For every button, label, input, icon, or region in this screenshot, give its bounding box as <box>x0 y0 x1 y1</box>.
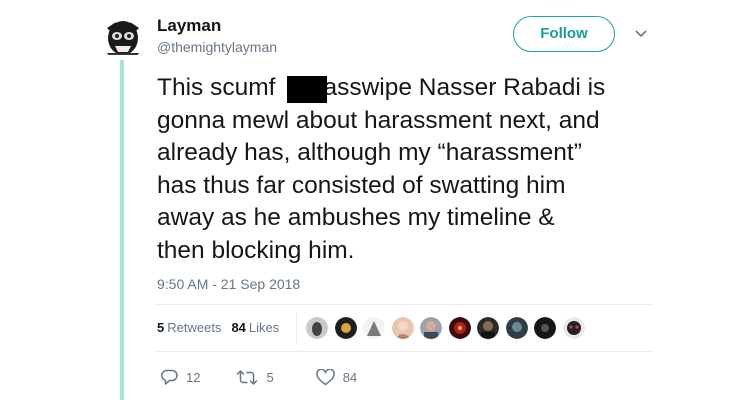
liker-avatar[interactable] <box>391 317 414 339</box>
tweet-actions: 12 5 84 <box>160 369 357 386</box>
tweet-text-rest: gonna mewl about harassment next, and al… <box>157 106 600 264</box>
retweet-count: 5 <box>266 370 274 385</box>
liker-avatar[interactable] <box>534 317 556 339</box>
stats-divider <box>296 313 297 345</box>
engagement-stats: 5 Retweets 84 Likes <box>157 320 279 335</box>
liker-avatar[interactable] <box>363 317 385 339</box>
retweet-action[interactable]: 5 <box>236 369 274 386</box>
liker-avatar[interactable] <box>448 317 471 339</box>
tweet-text-line1-end: asswipe Nasser Rabadi is <box>323 74 606 101</box>
like-count: 84 <box>342 370 358 385</box>
accent-bar <box>120 58 124 400</box>
likes-count: 84 <box>231 320 246 335</box>
tweet-text: This scumf asswipe Nasser Rabadi is gonna… <box>157 72 657 267</box>
reply-icon <box>160 369 178 385</box>
author-name[interactable]: Layman <box>157 16 277 36</box>
divider <box>157 351 651 352</box>
avatar-icon <box>100 14 146 60</box>
tweet-timestamp[interactable]: 9:50 AM - 21 Sep 2018 <box>157 276 300 292</box>
reply-action[interactable]: 12 <box>160 369 200 386</box>
liker-avatar[interactable] <box>420 317 442 339</box>
retweets-count: 5 <box>157 320 165 335</box>
follow-button[interactable]: Follow <box>513 16 615 52</box>
redaction-box <box>287 76 327 103</box>
liker-avatar[interactable] <box>334 317 357 339</box>
divider <box>157 304 651 305</box>
liker-avatar[interactable] <box>306 317 328 339</box>
author-block: Layman @themightylayman <box>157 16 277 56</box>
liker-avatars <box>306 317 591 339</box>
like-action[interactable]: 84 <box>315 369 358 386</box>
liker-avatar[interactable] <box>505 317 528 339</box>
chevron-down-icon[interactable] <box>633 28 649 40</box>
retweet-icon <box>237 370 258 385</box>
retweets-label: Retweets <box>167 320 222 335</box>
liker-avatar[interactable] <box>477 317 499 339</box>
heart-icon <box>315 369 335 386</box>
author-handle[interactable]: @themightylayman <box>157 38 277 56</box>
likes-label: Likes <box>248 320 280 335</box>
retweets-stat[interactable]: 5 Retweets <box>157 320 221 335</box>
likes-stat[interactable]: 84 Likes <box>231 320 279 335</box>
reply-count: 12 <box>186 370 201 385</box>
avatar[interactable] <box>100 14 146 60</box>
liker-avatar[interactable] <box>562 317 585 339</box>
tweet-text-start: This scumf <box>157 74 276 101</box>
